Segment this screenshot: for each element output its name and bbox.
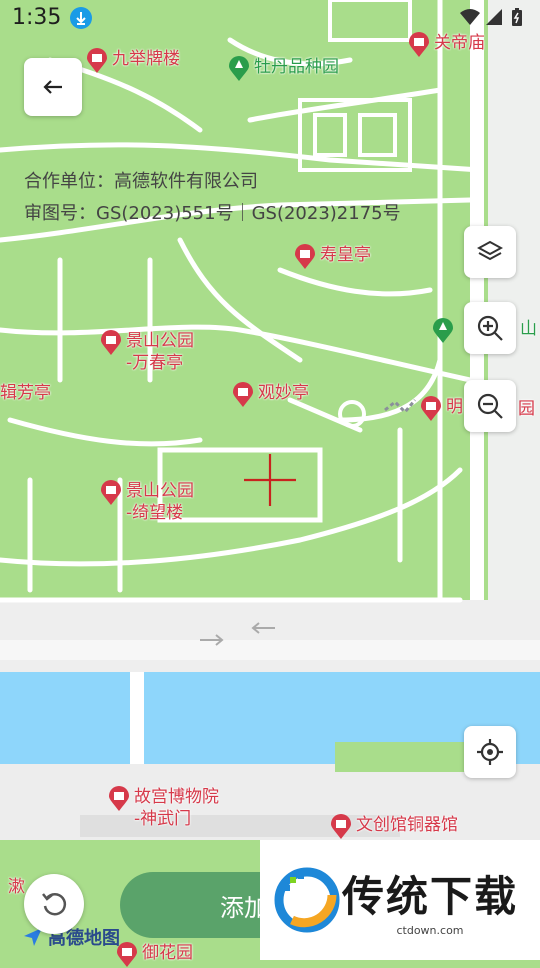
poi-shu[interactable]: 漱 <box>8 876 25 898</box>
copyright-line-1: 合作单位：高德软件有限公司 <box>24 171 258 192</box>
poi-pin-icon <box>101 330 121 355</box>
wifi-icon <box>460 9 480 25</box>
zoom-out-button[interactable] <box>464 380 516 432</box>
crosshair-icon <box>244 454 296 506</box>
download-icon <box>70 7 92 29</box>
poi-pin-icon <box>233 382 253 407</box>
poi-pin-icon <box>331 814 351 839</box>
poi-ming[interactable]: 明 <box>420 396 463 422</box>
zoom-in-button[interactable] <box>464 302 516 354</box>
status-bar: 1:35 <box>0 0 540 38</box>
poi-wenchuang[interactable]: 文创馆铜器馆 <box>330 814 458 840</box>
poi-tree-pin-icon <box>229 56 249 81</box>
poi-pin-icon <box>87 48 107 73</box>
poi-jingshan-qiwanglou[interactable]: 景山公园 -绮望楼 <box>100 480 194 524</box>
poi-jifangting[interactable]: 辑芳亭 <box>0 382 51 404</box>
back-button[interactable] <box>24 58 82 116</box>
zoom-in-icon <box>477 315 503 341</box>
poi-jiujupailou[interactable]: 九举牌楼 <box>86 48 180 74</box>
battery-icon <box>512 8 522 26</box>
poi-gugong-shenwumen[interactable]: 故宫博物院 -神武门 <box>108 786 219 830</box>
reset-button[interactable] <box>24 874 84 934</box>
poi-pin-icon <box>295 244 315 269</box>
poi-guanmiaoting[interactable]: 观妙亭 <box>232 382 309 408</box>
poi-mudanpinzhongyuan[interactable]: 牡丹品种园 <box>228 56 339 82</box>
locate-icon <box>477 739 503 765</box>
locate-button[interactable] <box>464 726 516 778</box>
map-copyright: 合作单位：高德软件有限公司 审图号：GS(2023)551号｜GS(2023)2… <box>24 166 401 230</box>
status-time: 1:35 <box>12 5 62 30</box>
arrow-left-icon <box>43 80 62 94</box>
status-icons <box>458 7 528 33</box>
watermark: 传统下载 ctdown.com <box>260 840 540 960</box>
poi-jingshan-wanchunting[interactable]: 景山公园 -万春亭 <box>100 330 194 374</box>
signal-icon <box>486 9 502 25</box>
poi-tree-pin-icon <box>433 318 453 343</box>
copyright-line-2: 审图号：GS(2023)551号｜GS(2023)2175号 <box>24 203 401 224</box>
poi-pin-icon <box>109 786 129 811</box>
poi-pin-icon <box>421 396 441 421</box>
layers-icon <box>477 240 503 261</box>
refresh-icon <box>42 893 67 916</box>
ctdown-logo-icon <box>274 867 340 933</box>
watermark-url: ctdown.com <box>396 924 464 937</box>
zoom-out-icon <box>477 393 503 419</box>
poi-ming-tail: 园 <box>518 399 535 419</box>
poi-shouhuangting[interactable]: 寿皇亭 <box>294 244 371 270</box>
poi-pin-icon <box>101 480 121 505</box>
layers-button[interactable] <box>464 226 516 278</box>
watermark-title: 传统下载 <box>342 872 519 921</box>
poi-yuhuayuan[interactable]: 御花园 <box>116 942 193 968</box>
